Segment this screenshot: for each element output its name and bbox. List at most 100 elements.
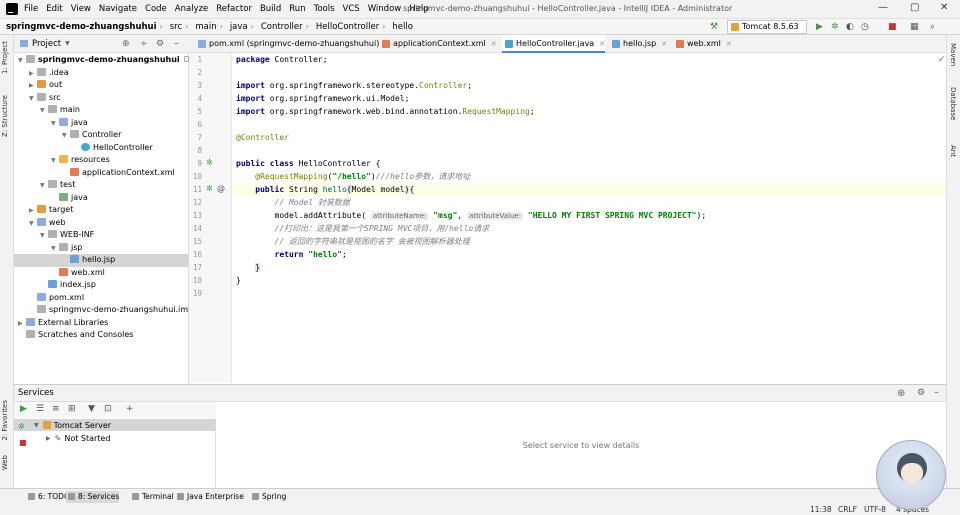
mapping-gutter-icon[interactable]: ✲: [206, 184, 213, 193]
chevron-down-icon[interactable]: ▼: [29, 93, 37, 106]
tree-item[interactable]: ▶ External Libraries: [18, 317, 108, 330]
run-icon[interactable]: ▶: [20, 404, 27, 414]
add-service-icon[interactable]: ⊕: [897, 388, 905, 399]
tree-item[interactable]: ▼springmvc-demo-zhuangshuhuiD:\Pro: [18, 54, 208, 67]
menu-item-vcs[interactable]: VCS: [343, 4, 360, 14]
hide-icon[interactable]: –: [934, 387, 939, 398]
chevron-down-icon[interactable]: ▼: [65, 40, 70, 47]
filter-icon[interactable]: ▼: [88, 404, 95, 414]
maven-tool-tab[interactable]: Maven: [949, 43, 957, 66]
breadcrumb-item[interactable]: springmvc-demo-zhuangshuhui: [6, 22, 157, 32]
hide-icon[interactable]: –: [174, 38, 179, 49]
chevron-down-icon[interactable]: ▼: [40, 105, 48, 118]
run-configuration-select[interactable]: Tomcat 8.5.63: [727, 20, 807, 34]
breadcrumb-item[interactable]: java: [230, 22, 248, 32]
service-row-tomcat[interactable]: ▼ Tomcat Server: [14, 419, 215, 431]
debug-icon[interactable]: ✲: [18, 422, 25, 431]
tree-item[interactable]: ▼ resources: [51, 154, 110, 167]
profile-icon[interactable]: ◷: [861, 22, 869, 32]
chevron-down-icon[interactable]: ▼: [29, 218, 37, 231]
tree-item[interactable]: ▼ web: [29, 217, 66, 230]
bottom-tool-tab[interactable]: 8: Services: [66, 491, 120, 503]
breadcrumb-item[interactable]: main: [195, 22, 216, 32]
chevron-down-icon[interactable]: ▼: [51, 155, 59, 168]
add-icon[interactable]: +: [126, 404, 134, 414]
tree-item[interactable]: ▼ src: [29, 92, 61, 105]
chevron-down-icon[interactable]: ▼: [40, 180, 48, 193]
editor-tab[interactable]: web.xml ✕: [673, 35, 732, 53]
breadcrumb-item[interactable]: hello: [392, 22, 413, 32]
override-gutter-icon[interactable]: @: [217, 184, 225, 193]
tree-item[interactable]: hello.jsp: [14, 254, 189, 267]
bottom-tool-tab[interactable]: Terminal: [130, 491, 174, 503]
tree-item[interactable]: ▶ .idea: [29, 67, 69, 80]
tree-item[interactable]: ▼ test: [40, 179, 75, 192]
chevron-down-icon[interactable]: ▼: [62, 130, 70, 143]
structure-tool-tab[interactable]: Z: Structure: [1, 95, 9, 137]
tree-item[interactable]: applicationContext.xml: [62, 167, 175, 180]
favorites-tool-tab[interactable]: 2: Favorites: [1, 400, 9, 441]
chevron-down-icon[interactable]: ▼: [51, 118, 59, 131]
code-editor[interactable]: package Controller; import org.springfra…: [232, 53, 946, 383]
file-encoding[interactable]: UTF-8: [864, 504, 886, 515]
menu-item-build[interactable]: Build: [260, 4, 281, 14]
tree-item[interactable]: java: [51, 192, 88, 205]
gear-icon[interactable]: ⚙: [156, 39, 164, 49]
debug-icon[interactable]: ✲: [831, 22, 839, 32]
breadcrumb-item[interactable]: Controller: [261, 22, 303, 32]
group-icon[interactable]: ⊞: [68, 404, 76, 414]
maximize-icon[interactable]: ▢: [910, 2, 919, 13]
chevron-down-icon[interactable]: ▼: [40, 230, 48, 243]
tree-item[interactable]: ▼ main: [40, 104, 80, 117]
editor-tab[interactable]: HelloController.java ✕: [502, 35, 606, 53]
close-icon[interactable]: ✕: [940, 2, 948, 13]
minimize-icon[interactable]: —: [878, 2, 888, 13]
stop-icon[interactable]: ■: [888, 22, 897, 32]
database-tool-tab[interactable]: Database: [949, 87, 957, 120]
tree-item[interactable]: index.jsp: [40, 279, 96, 292]
collapse-all-icon[interactable]: ≡: [52, 404, 60, 414]
tree-item[interactable]: pom.xml: [29, 292, 84, 305]
new-tab-icon[interactable]: ⊡: [104, 404, 112, 414]
search-everywhere-icon[interactable]: ⌕: [930, 22, 935, 32]
stop-icon[interactable]: ■: [19, 438, 27, 447]
tree-item[interactable]: ▶ target: [29, 204, 73, 217]
bottom-tool-tab[interactable]: Java Enterprise: [175, 491, 244, 503]
tree-item[interactable]: ▶ out: [29, 79, 62, 92]
menu-item-navigate[interactable]: Navigate: [99, 4, 137, 14]
ant-tool-tab[interactable]: Ant: [949, 145, 957, 157]
editor-tab[interactable]: pom.xml (springmvc-demo-zhuangshuhui)✕: [195, 35, 390, 53]
tree-item[interactable]: ▼ WEB-INF: [40, 229, 94, 242]
web-tool-tab[interactable]: Web: [1, 455, 9, 470]
bottom-tool-tab[interactable]: Spring: [250, 491, 286, 503]
menu-item-code[interactable]: Code: [145, 4, 167, 14]
hammer-icon[interactable]: ⚒: [710, 22, 718, 32]
menu-item-view[interactable]: View: [71, 4, 91, 14]
menu-item-refactor[interactable]: Refactor: [216, 4, 252, 14]
menu-item-file[interactable]: File: [24, 4, 38, 14]
close-tab-icon[interactable]: ✕: [599, 40, 605, 48]
tree-item[interactable]: ▼ jsp: [51, 242, 82, 255]
tree-item[interactable]: HelloController: [73, 142, 153, 155]
menu-item-window[interactable]: Window: [368, 4, 402, 14]
tree-item[interactable]: ▼ Controller: [62, 129, 121, 142]
service-row-status[interactable]: ▶ ✎ Not Started: [14, 432, 110, 444]
close-tab-icon[interactable]: ✕: [491, 40, 497, 48]
close-tab-icon[interactable]: ✕: [726, 40, 732, 48]
tree-item[interactable]: Scratches and Consoles: [18, 329, 133, 342]
gear-icon[interactable]: ⚙: [917, 388, 925, 398]
bottom-tool-tab[interactable]: 6: TODO: [26, 491, 70, 503]
project-panel-title[interactable]: Project: [32, 39, 61, 49]
breadcrumb-item[interactable]: HelloController: [316, 22, 379, 32]
editor-tab[interactable]: hello.jsp ✕: [609, 35, 667, 53]
run-icon[interactable]: ▶: [816, 22, 823, 32]
bean-gutter-icon[interactable]: ✲: [206, 158, 213, 167]
menu-item-analyze[interactable]: Analyze: [175, 4, 209, 14]
tree-item[interactable]: ▼ java: [51, 117, 88, 130]
breadcrumb-item[interactable]: src: [170, 22, 182, 32]
expand-all-icon[interactable]: ☰: [36, 404, 44, 414]
menu-item-tools[interactable]: Tools: [314, 4, 335, 14]
locate-icon[interactable]: ⊕: [122, 39, 130, 49]
tree-item[interactable]: web.xml: [51, 267, 105, 280]
menu-item-run[interactable]: Run: [289, 4, 305, 14]
